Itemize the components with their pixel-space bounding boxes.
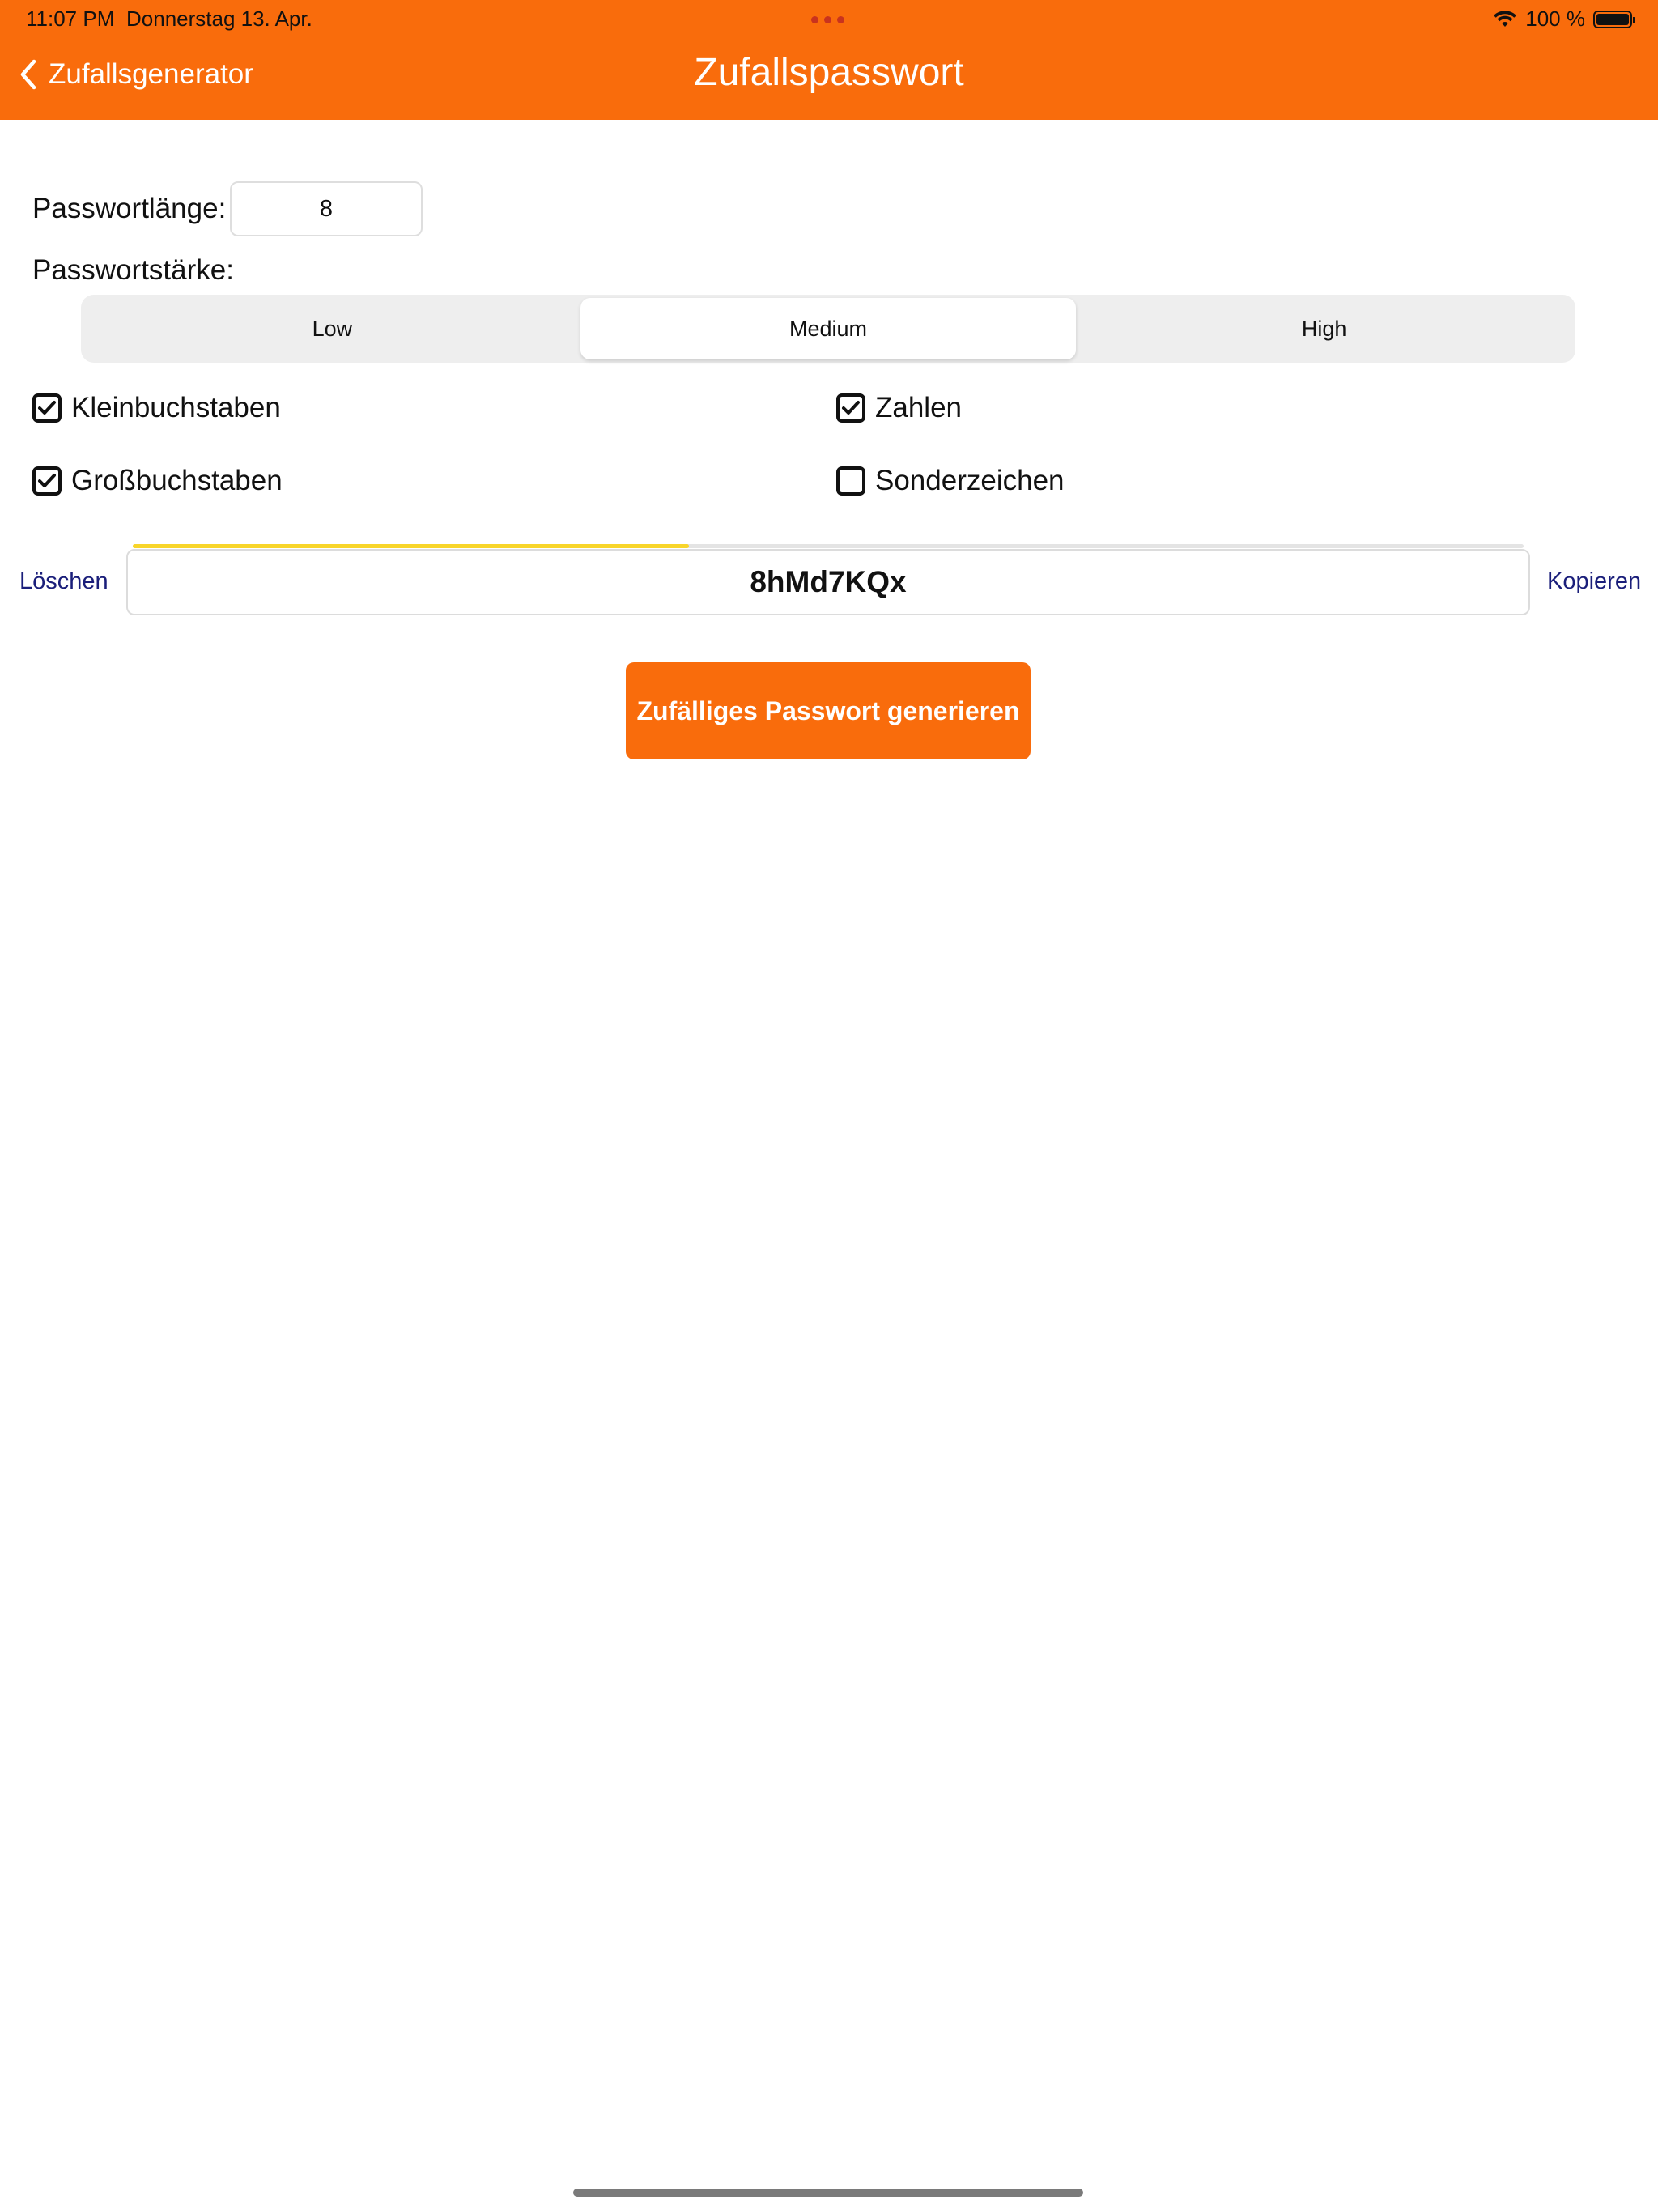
segment-low[interactable]: Low [84, 298, 580, 359]
checkbox-checked-icon [836, 393, 865, 423]
password-length-input[interactable] [230, 181, 423, 236]
generated-password-field[interactable]: 8hMd7KQx [126, 549, 1530, 615]
checkbox-special-characters[interactable]: Sonderzeichen [836, 465, 1065, 497]
password-strength-label: Passwortstärke: [32, 254, 234, 286]
home-indicator [573, 2189, 1083, 2197]
checkbox-checked-icon [32, 466, 62, 496]
password-strength-fill [133, 544, 690, 548]
status-time: 11:07 PM [26, 6, 115, 31]
generate-password-button[interactable]: Zufälliges Passwort generieren [626, 662, 1031, 759]
status-right: 100 % [1493, 6, 1635, 32]
clear-button[interactable]: Löschen [19, 568, 108, 595]
checkbox-numbers[interactable]: Zahlen [836, 392, 962, 424]
checkbox-label-uppercase: Großbuchstaben [71, 465, 283, 496]
password-length-label: Passwortlänge: [32, 193, 227, 224]
checkbox-checked-icon [32, 393, 62, 423]
multitasking-dots-icon[interactable] [811, 16, 844, 23]
segment-medium[interactable]: Medium [580, 298, 1077, 359]
copy-button[interactable]: Kopieren [1547, 568, 1641, 595]
battery-percentage: 100 % [1525, 6, 1585, 31]
password-strength-bar [133, 544, 1524, 548]
battery-icon [1593, 10, 1635, 28]
checkbox-uppercase[interactable]: Großbuchstaben [32, 465, 283, 497]
navigation-bar: 11:07 PM Donnerstag 13. Apr. 100 % Zufal… [0, 0, 1658, 120]
checkbox-unchecked-icon [836, 466, 865, 496]
checkbox-lowercase[interactable]: Kleinbuchstaben [32, 392, 281, 424]
status-date: Donnerstag 13. Apr. [126, 6, 312, 31]
wifi-icon [1494, 10, 1517, 27]
strength-segmented-control: Low Medium High [81, 295, 1575, 363]
checkbox-label-lowercase: Kleinbuchstaben [71, 392, 281, 423]
checkbox-label-special: Sonderzeichen [875, 465, 1065, 496]
checkbox-label-numbers: Zahlen [875, 392, 963, 423]
segment-high[interactable]: High [1076, 298, 1572, 359]
page-title: Zufallspasswort [694, 51, 964, 94]
